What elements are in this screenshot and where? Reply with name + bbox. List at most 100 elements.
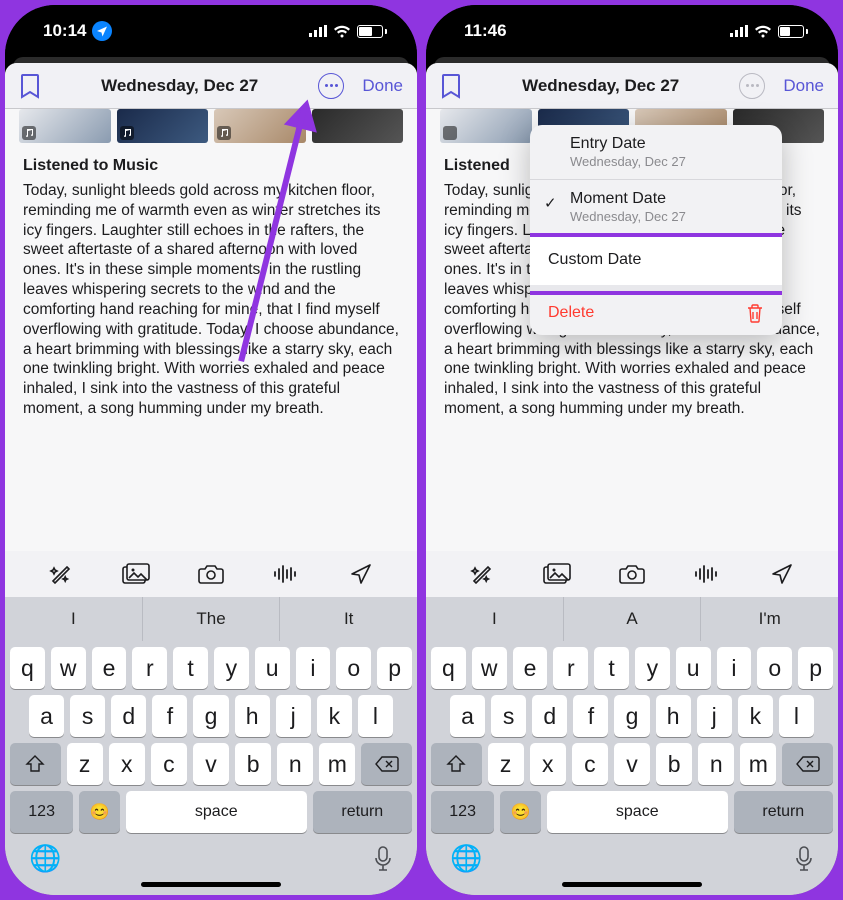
mic-icon[interactable] bbox=[373, 846, 393, 872]
key-s[interactable]: s bbox=[70, 695, 105, 737]
emoji-key[interactable]: 😊 bbox=[79, 791, 120, 833]
key-i[interactable]: i bbox=[296, 647, 331, 689]
done-button[interactable]: Done bbox=[783, 76, 824, 96]
globe-icon[interactable]: 🌐 bbox=[29, 843, 61, 874]
shift-key[interactable] bbox=[431, 743, 482, 785]
thumbnail[interactable] bbox=[214, 109, 306, 143]
key-i[interactable]: i bbox=[717, 647, 752, 689]
key-n[interactable]: n bbox=[277, 743, 313, 785]
key-y[interactable]: y bbox=[635, 647, 670, 689]
key-q[interactable]: q bbox=[10, 647, 45, 689]
key-d[interactable]: d bbox=[111, 695, 146, 737]
key-g[interactable]: g bbox=[614, 695, 649, 737]
key-s[interactable]: s bbox=[491, 695, 526, 737]
suggestion[interactable]: The bbox=[143, 597, 281, 641]
space-key[interactable]: space bbox=[547, 791, 728, 833]
menu-entry-date[interactable]: Entry Date Wednesday, Dec 27 bbox=[530, 125, 782, 180]
key-x[interactable]: x bbox=[109, 743, 145, 785]
emoji-key[interactable]: 😊 bbox=[500, 791, 541, 833]
location-toolbar-icon[interactable] bbox=[767, 560, 797, 588]
key-t[interactable]: t bbox=[594, 647, 629, 689]
key-u[interactable]: u bbox=[255, 647, 290, 689]
key-123[interactable]: 123 bbox=[431, 791, 494, 833]
more-button[interactable] bbox=[318, 73, 344, 99]
return-key[interactable]: return bbox=[734, 791, 833, 833]
key-m[interactable]: m bbox=[319, 743, 355, 785]
key-v[interactable]: v bbox=[193, 743, 229, 785]
camera-icon[interactable] bbox=[196, 560, 226, 588]
done-button[interactable]: Done bbox=[362, 76, 403, 96]
key-o[interactable]: o bbox=[336, 647, 371, 689]
key-123[interactable]: 123 bbox=[10, 791, 73, 833]
magic-icon[interactable] bbox=[46, 560, 76, 588]
key-c[interactable]: c bbox=[151, 743, 187, 785]
globe-icon[interactable]: 🌐 bbox=[450, 843, 482, 874]
thumbnail[interactable] bbox=[312, 109, 404, 143]
key-k[interactable]: k bbox=[738, 695, 773, 737]
key-j[interactable]: j bbox=[276, 695, 311, 737]
key-f[interactable]: f bbox=[152, 695, 187, 737]
menu-delete[interactable]: Delete bbox=[530, 291, 782, 335]
key-n[interactable]: n bbox=[698, 743, 734, 785]
key-p[interactable]: p bbox=[798, 647, 833, 689]
key-z[interactable]: z bbox=[67, 743, 103, 785]
camera-icon[interactable] bbox=[617, 560, 647, 588]
key-e[interactable]: e bbox=[513, 647, 548, 689]
key-o[interactable]: o bbox=[757, 647, 792, 689]
key-q[interactable]: q bbox=[431, 647, 466, 689]
key-v[interactable]: v bbox=[614, 743, 650, 785]
bookmark-icon[interactable] bbox=[440, 73, 462, 99]
key-g[interactable]: g bbox=[193, 695, 228, 737]
magic-icon[interactable] bbox=[467, 560, 497, 588]
mic-icon[interactable] bbox=[794, 846, 814, 872]
key-y[interactable]: y bbox=[214, 647, 249, 689]
entry-content[interactable]: Listened to Music Today, sunlight bleeds… bbox=[5, 149, 417, 551]
shift-key[interactable] bbox=[10, 743, 61, 785]
key-l[interactable]: l bbox=[779, 695, 814, 737]
key-w[interactable]: w bbox=[51, 647, 86, 689]
audio-icon[interactable] bbox=[271, 560, 301, 588]
suggestion[interactable]: I bbox=[426, 597, 564, 641]
home-indicator[interactable] bbox=[141, 882, 281, 887]
key-r[interactable]: r bbox=[132, 647, 167, 689]
key-z[interactable]: z bbox=[488, 743, 524, 785]
audio-icon[interactable] bbox=[692, 560, 722, 588]
key-h[interactable]: h bbox=[235, 695, 270, 737]
thumbnail[interactable] bbox=[19, 109, 111, 143]
suggestion[interactable]: It bbox=[280, 597, 417, 641]
thumbnail[interactable] bbox=[117, 109, 209, 143]
backspace-key[interactable] bbox=[782, 743, 833, 785]
suggestion[interactable]: A bbox=[564, 597, 702, 641]
home-indicator[interactable] bbox=[562, 882, 702, 887]
key-x[interactable]: x bbox=[530, 743, 566, 785]
key-c[interactable]: c bbox=[572, 743, 608, 785]
key-w[interactable]: w bbox=[472, 647, 507, 689]
key-e[interactable]: e bbox=[92, 647, 127, 689]
menu-moment-date[interactable]: ✓ Moment Date Wednesday, Dec 27 bbox=[530, 180, 782, 235]
bookmark-icon[interactable] bbox=[19, 73, 41, 99]
key-f[interactable]: f bbox=[573, 695, 608, 737]
key-h[interactable]: h bbox=[656, 695, 691, 737]
key-k[interactable]: k bbox=[317, 695, 352, 737]
key-t[interactable]: t bbox=[173, 647, 208, 689]
gallery-icon[interactable] bbox=[121, 560, 151, 588]
key-p[interactable]: p bbox=[377, 647, 412, 689]
suggestion[interactable]: I bbox=[5, 597, 143, 641]
key-r[interactable]: r bbox=[553, 647, 588, 689]
key-u[interactable]: u bbox=[676, 647, 711, 689]
space-key[interactable]: space bbox=[126, 791, 307, 833]
backspace-key[interactable] bbox=[361, 743, 412, 785]
key-l[interactable]: l bbox=[358, 695, 393, 737]
key-a[interactable]: a bbox=[29, 695, 64, 737]
key-b[interactable]: b bbox=[656, 743, 692, 785]
key-m[interactable]: m bbox=[740, 743, 776, 785]
key-j[interactable]: j bbox=[697, 695, 732, 737]
return-key[interactable]: return bbox=[313, 791, 412, 833]
key-a[interactable]: a bbox=[450, 695, 485, 737]
more-button[interactable] bbox=[739, 73, 765, 99]
key-d[interactable]: d bbox=[532, 695, 567, 737]
location-toolbar-icon[interactable] bbox=[346, 560, 376, 588]
gallery-icon[interactable] bbox=[542, 560, 572, 588]
menu-custom-date[interactable]: Custom Date bbox=[530, 235, 782, 285]
suggestion[interactable]: I'm bbox=[701, 597, 838, 641]
